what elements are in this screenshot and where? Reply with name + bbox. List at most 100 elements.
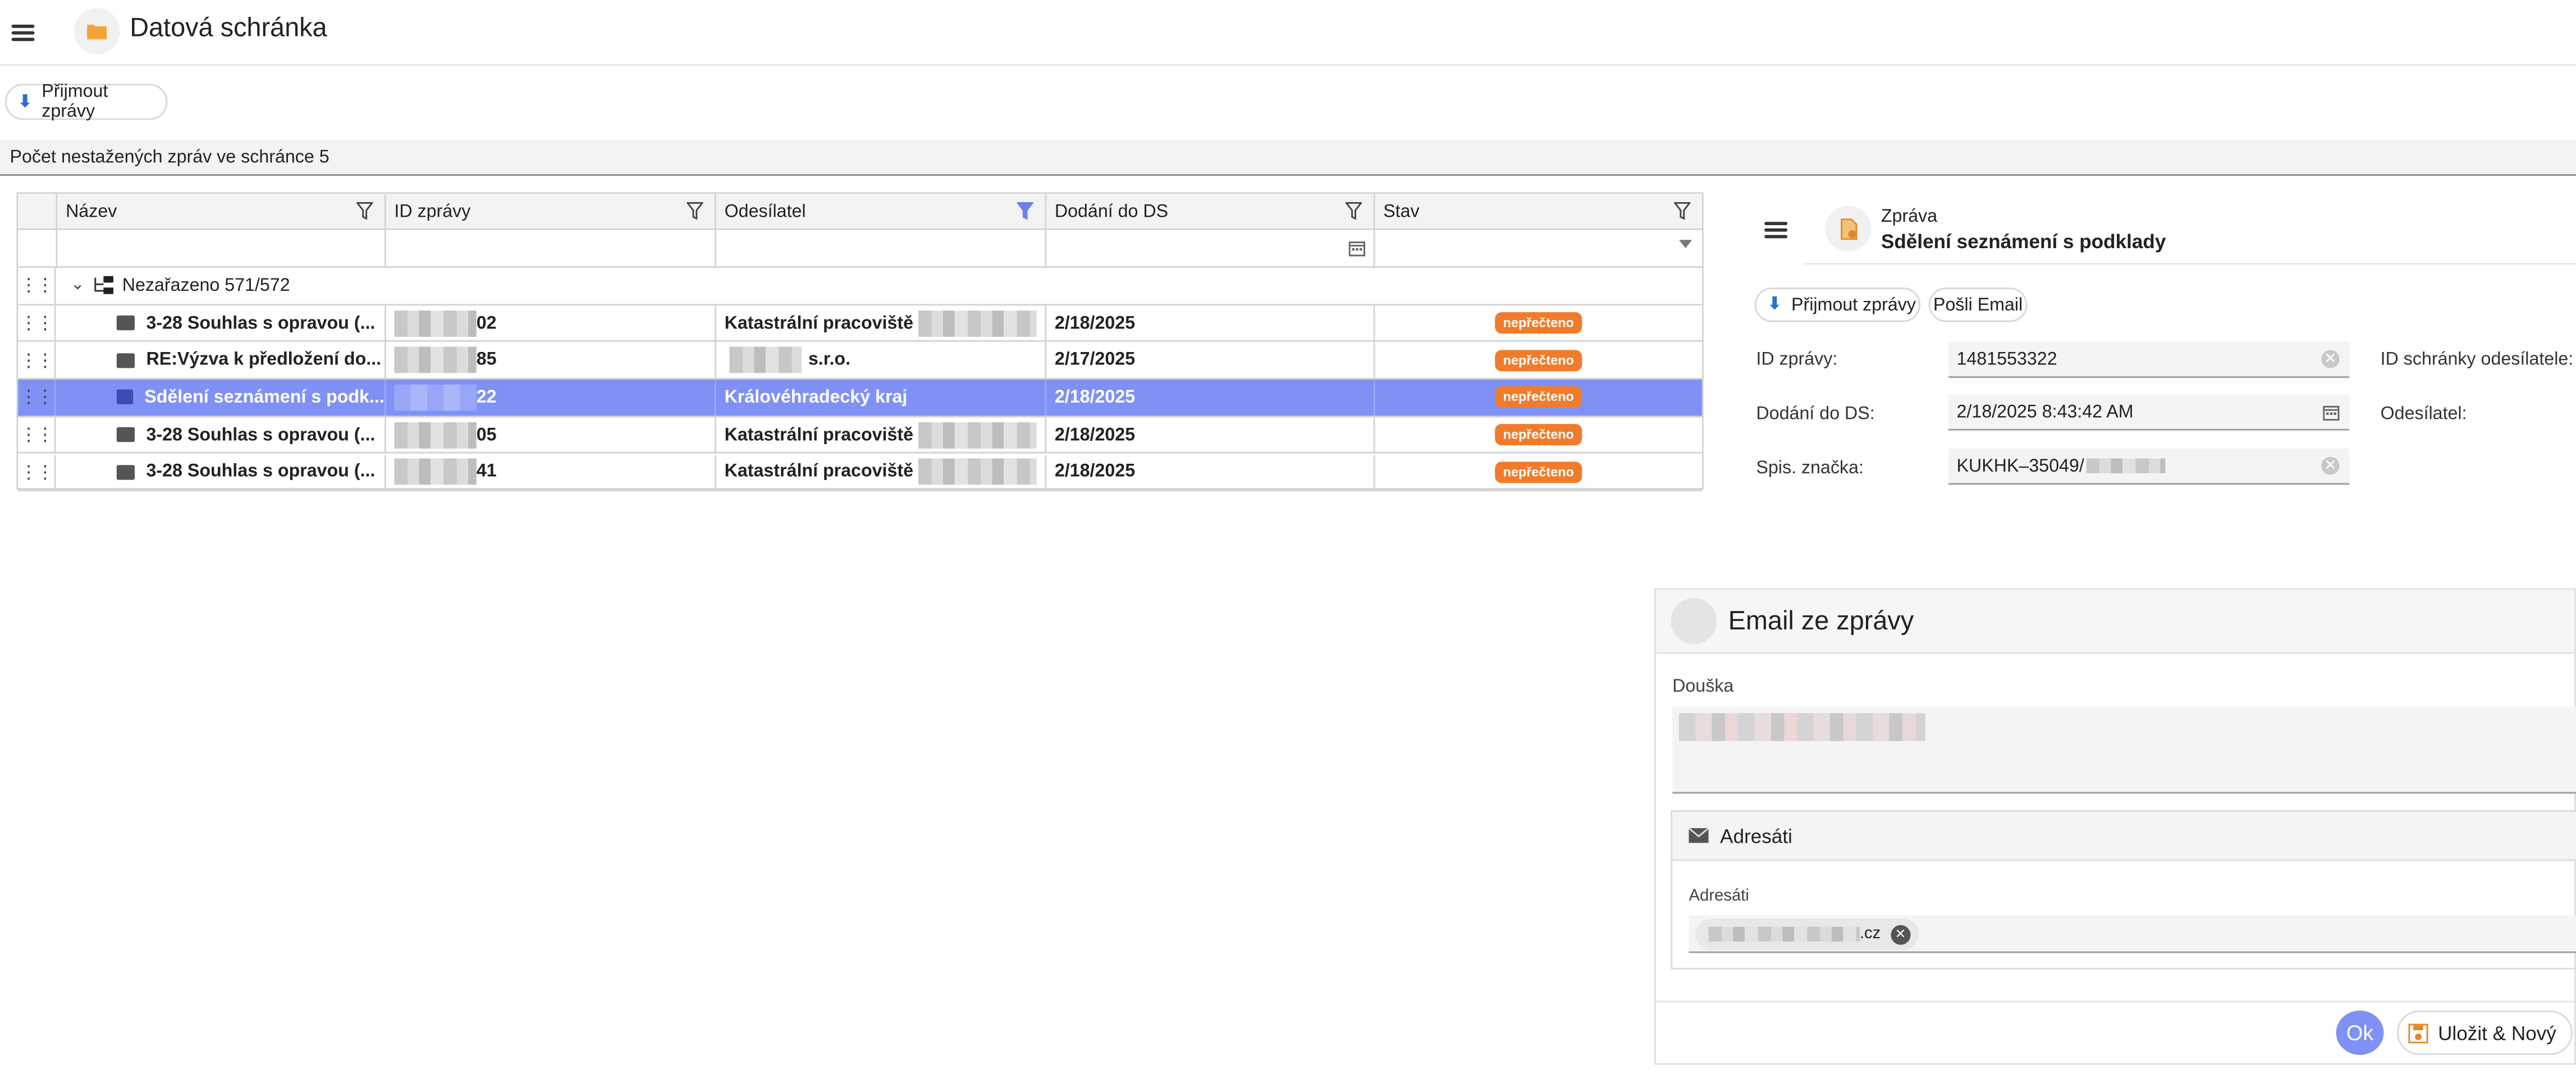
redacted-id xyxy=(394,309,477,336)
name-cell[interactable]: 3-28 Souhlas s opravou (... xyxy=(57,305,386,341)
id-label: ID zprávy: xyxy=(1756,350,1838,370)
drag-handle-icon[interactable]: ⋮⋮ xyxy=(18,454,56,490)
filter-cell-delivery[interactable] xyxy=(1046,230,1375,268)
clear-icon[interactable]: ✕ xyxy=(2321,456,2340,475)
receive-messages-label: Přijmout zprávy xyxy=(42,82,108,122)
sender-cell[interactable]: Katastrální pracoviště xyxy=(716,417,1047,453)
column-header-id-label: ID zprávy xyxy=(394,202,471,222)
menu-icon[interactable] xyxy=(11,24,35,42)
filter-cell-id[interactable] xyxy=(386,230,716,268)
filter-cell-status[interactable] xyxy=(1375,230,1702,268)
sender-cell[interactable]: Katastrální pracoviště xyxy=(716,454,1047,490)
reference-value: KUKHK–35049/ xyxy=(1956,456,2084,476)
chevron-down-icon[interactable] xyxy=(1678,240,1692,248)
column-header-name[interactable]: Název xyxy=(57,194,386,230)
group-cell[interactable]: ⌄ Nezařazeno 571/572 xyxy=(57,268,1702,303)
filter-cell-name[interactable] xyxy=(57,230,386,268)
redacted-sender xyxy=(729,347,802,374)
redacted-id xyxy=(394,384,477,411)
reference-field[interactable]: KUKHK–35049/ ✕ xyxy=(1948,448,2350,485)
status-cell[interactable]: nepřečteno xyxy=(1375,342,1702,378)
save-icon xyxy=(2408,1022,2428,1043)
filter-icon[interactable] xyxy=(1345,202,1362,220)
dialog-title: Email ze zprávy xyxy=(1728,607,1914,636)
message-icon xyxy=(116,464,135,480)
column-header-delivery[interactable]: Dodání do DS xyxy=(1046,194,1375,230)
name-cell[interactable]: RE:Výzva k předložení do... xyxy=(57,342,386,378)
delivery-cell[interactable]: 2/18/2025 xyxy=(1046,454,1375,490)
column-header-id[interactable]: ID zprávy xyxy=(386,194,716,230)
sender-cell[interactable]: Katastrální pracoviště xyxy=(716,305,1047,341)
status-cell[interactable]: nepřečteno xyxy=(1375,380,1702,415)
message-name: 3-28 Souhlas s opravou (... xyxy=(146,424,376,445)
remove-recipient-icon[interactable]: ✕ xyxy=(1890,924,1910,944)
filter-icon[interactable] xyxy=(1674,202,1691,220)
id-cell[interactable]: 05 xyxy=(386,417,716,453)
message-icon xyxy=(116,390,133,405)
table-row[interactable]: ⋮⋮ RE:Výzva k předložení do... 85 s.r.o. 2/1… xyxy=(18,342,1702,380)
name-cell[interactable]: 3-28 Souhlas s opravou (... xyxy=(57,454,386,490)
drag-handle-icon[interactable]: ⋮⋮ xyxy=(18,380,56,415)
note-textarea[interactable] xyxy=(1672,706,2576,794)
name-cell[interactable]: 3-28 Souhlas s opravou (... xyxy=(57,417,386,453)
filter-active-icon[interactable] xyxy=(1017,202,1033,220)
table-row[interactable]: ⋮⋮ 3-28 Souhlas s opravou (... 41 Katastrál… xyxy=(18,454,1702,492)
filter-cell-sender[interactable] xyxy=(716,230,1047,268)
delivery-date: 2/18/2025 xyxy=(1054,387,1136,408)
delivery-date: 2/18/2025 xyxy=(1054,313,1136,333)
delivery-cell[interactable]: 2/17/2025 xyxy=(1046,342,1375,378)
sender-cell[interactable]: Královéhradecký kraj xyxy=(716,380,1047,415)
drag-handle-icon[interactable]: ⋮⋮ xyxy=(18,305,56,341)
dialog-footer-divider xyxy=(1656,1001,2574,1003)
delivery-cell[interactable]: 2/18/2025 xyxy=(1046,380,1375,415)
name-cell[interactable]: Sdělení seznámení s podk... xyxy=(57,380,386,415)
recipients-section-header[interactable]: Adresáti xyxy=(1672,811,2576,861)
id-cell[interactable]: 41 xyxy=(386,454,716,490)
status-cell[interactable]: nepřečteno xyxy=(1375,305,1702,340)
table-row[interactable]: ⋮⋮ 3-28 Souhlas s opravou (... 05 Katastrál… xyxy=(18,417,1702,455)
clear-icon[interactable]: ✕ xyxy=(2321,350,2340,368)
drag-handle-icon[interactable]: ⋮⋮ xyxy=(18,342,56,378)
sender-box-label: ID schránky odesílatele: xyxy=(2380,350,2574,370)
calendar-icon[interactable] xyxy=(2323,404,2340,421)
chevron-down-icon[interactable]: ⌄ xyxy=(71,277,85,295)
table-row[interactable]: ⋮⋮ Sdělení seznámení s podk... 22 Královéhr… xyxy=(18,380,1702,417)
id-field[interactable]: 1481553322 ✕ xyxy=(1948,341,2350,378)
table-row[interactable]: ⋮⋮ 3-28 Souhlas s opravou (... 02 Katastrál… xyxy=(18,305,1702,342)
status-cell[interactable]: nepřečteno xyxy=(1375,417,1702,453)
delivery-field[interactable]: 2/18/2025 8:43:42 AM xyxy=(1948,394,2350,431)
info-bar: Počet nestažených zpráv ve schránce 5 xyxy=(0,139,2576,176)
status-badge: nepřečteno xyxy=(1495,461,1582,483)
id-cell[interactable]: 22 xyxy=(386,380,716,415)
detail-menu-icon[interactable] xyxy=(1764,222,1788,239)
filter-icon[interactable] xyxy=(356,202,373,220)
id-cell[interactable]: 02 xyxy=(386,305,716,341)
save-and-new-button[interactable]: Uložit & Nový xyxy=(2396,1010,2573,1055)
info-bar-text: Počet nestažených zpráv ve schránce 5 xyxy=(10,148,330,168)
column-header-status[interactable]: Stav xyxy=(1375,194,1702,230)
column-header-sender-label: Odesílatel xyxy=(724,202,806,222)
group-label: Nezařazeno 571/572 xyxy=(122,276,290,296)
message-name: 3-28 Souhlas s opravou (... xyxy=(146,313,376,333)
column-header-sender[interactable]: Odesílatel xyxy=(716,194,1047,230)
sender-name: Katastrální pracoviště xyxy=(724,313,914,333)
delivery-label: Dodání do DS: xyxy=(1756,404,1875,424)
drag-handle-icon[interactable]: ⋮⋮ xyxy=(18,417,56,453)
id-cell[interactable]: 85 xyxy=(386,342,716,378)
delivery-cell[interactable]: 2/18/2025 xyxy=(1046,417,1375,453)
group-row[interactable]: ⋮⋮ ⌄ Nezařazeno 571/572 xyxy=(18,268,1702,305)
message-name: Sdělení seznámení s podk... xyxy=(144,387,385,408)
ok-button[interactable]: Ok xyxy=(2336,1010,2384,1055)
sender-cell[interactable]: s.r.o. xyxy=(716,342,1047,378)
calendar-icon[interactable] xyxy=(1348,240,1366,257)
status-cell[interactable]: nepřečteno xyxy=(1375,454,1702,490)
detail-receive-button[interactable]: ⬇ Přijmout zprávy xyxy=(1754,287,1921,322)
send-email-button[interactable]: Pošli Email xyxy=(1928,287,2028,322)
recipient-chip[interactable]: .cz ✕ xyxy=(1695,918,1919,950)
delivery-cell[interactable]: 2/18/2025 xyxy=(1046,305,1375,341)
delivery-date: 2/17/2025 xyxy=(1054,350,1136,371)
recipients-input[interactable]: .cz ✕ xyxy=(1689,915,2576,953)
drag-handle-icon[interactable]: ⋮⋮ xyxy=(18,268,56,304)
receive-messages-button[interactable]: ⬇ Přijmout zprávy xyxy=(4,82,168,122)
filter-icon[interactable] xyxy=(687,202,703,220)
